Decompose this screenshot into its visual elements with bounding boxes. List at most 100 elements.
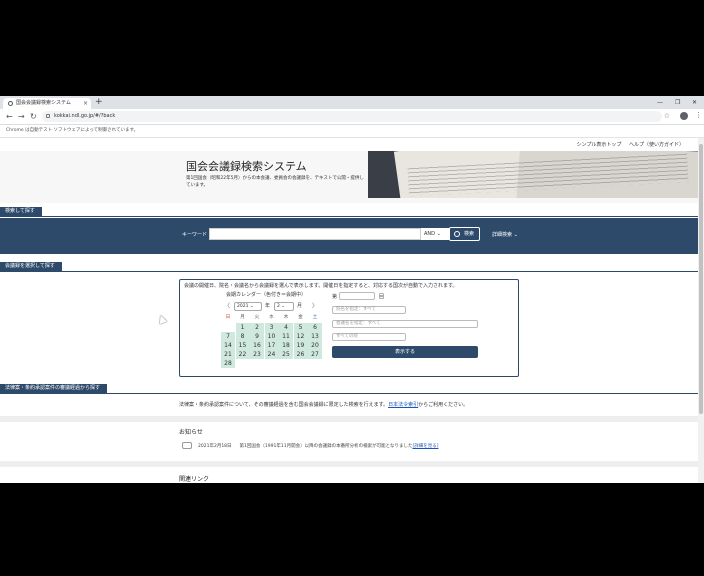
year-value: 2021	[237, 304, 249, 309]
calendar-day[interactable]: 26	[293, 350, 308, 359]
section-divider	[0, 416, 698, 422]
law-text-after: からご利用ください。	[418, 402, 469, 408]
weekday-header: 火	[254, 315, 260, 320]
calendar-day[interactable]: 13	[308, 332, 322, 341]
simple-top-link[interactable]: シンプル表示トップ	[577, 142, 622, 148]
browser-tab[interactable]: 国会会議録検索システム ×	[3, 98, 91, 109]
minimize-icon[interactable]: —	[657, 97, 663, 108]
notice-date: 2021年2月18日	[198, 444, 232, 449]
calendar-day[interactable]: 6	[308, 323, 322, 332]
calendar-day[interactable]: 2	[250, 323, 264, 332]
tab-close-icon[interactable]: ×	[83, 98, 88, 109]
calendar-day[interactable]: 24	[264, 350, 279, 359]
search-button-label: 検索	[464, 231, 475, 237]
calendar-day[interactable]: 14	[221, 341, 235, 350]
advanced-search-toggle[interactable]: 詳細検索 ⌄	[492, 231, 518, 238]
calendar-day[interactable]: 5	[293, 323, 308, 332]
law-section-label: 法律案・条約承認案件の審議経過から探す	[0, 384, 108, 393]
address-bar-row: ← → ↻ kokkai.ndl.go.jp/#/?back ☆ ⋮	[0, 109, 704, 125]
calendar-day[interactable]: 16	[250, 341, 264, 350]
forward-icon[interactable]: →	[18, 111, 25, 122]
calendar-day[interactable]: 3	[264, 323, 279, 332]
month-unit: 月	[297, 303, 303, 309]
meeting-note: 会議の開催日、院名・会議名から会議録を選んで表示します。開催日を指定すると、対応…	[184, 283, 458, 289]
notice-text: 第1回国会（1991年11月開会）以降の会議録の本番所分析の検索が可能となりまし…	[239, 444, 413, 449]
url-text: kokkai.ndl.go.jp/#/?back	[54, 113, 116, 119]
session-input[interactable]	[339, 292, 375, 300]
meeting-name-select[interactable]: 会議名を指定：すべて	[332, 320, 478, 328]
calendar-day[interactable]: 28	[221, 359, 235, 368]
url-bar[interactable]: kokkai.ndl.go.jp/#/?back ☆	[42, 111, 670, 122]
calendar-day[interactable]: 9	[250, 332, 264, 341]
reload-icon[interactable]: ↻	[30, 111, 37, 122]
calendar-day[interactable]: 22	[235, 350, 250, 359]
notices-title: お知らせ	[179, 429, 203, 436]
meeting-section-bar: 会議録を選択して探す	[0, 262, 698, 272]
maximize-icon[interactable]: ❐	[675, 97, 680, 108]
search-button[interactable]: 検索	[449, 227, 480, 241]
law-index-link[interactable]: 日本法令索引	[388, 402, 418, 408]
meeting-panel: 会議の開催日、院名・会議名から会議録を選んで表示します。開催日を指定すると、対応…	[179, 279, 519, 377]
next-month-icon[interactable]: 〉	[312, 302, 318, 311]
operator-select[interactable]: AND ⌄	[421, 228, 449, 240]
meeting-section-label: 会議録を選択して探す	[0, 262, 62, 271]
notice-detail-link[interactable]: [詳細を見る]	[412, 444, 438, 449]
calendar-day[interactable]: 18	[279, 341, 293, 350]
site-description: 第1回国会（昭和22年5月）からの本会議、委員会の会議録を、テキストで公開・提供…	[186, 176, 364, 188]
weekday-header: 水	[269, 315, 274, 320]
calendar-day[interactable]: 15	[235, 341, 250, 350]
tab-strip: 国会会議録検索システム × + — ❐ ✕	[0, 96, 704, 109]
profile-icon[interactable]	[680, 112, 688, 120]
page-scrollbar[interactable]	[698, 138, 704, 483]
automation-infobar: Chrome は自動テスト ソフトウェアによって制御されています。	[0, 125, 704, 138]
calendar-day[interactable]: 10	[264, 332, 279, 341]
close-window-icon[interactable]: ✕	[692, 97, 697, 108]
back-icon[interactable]: ←	[6, 111, 13, 122]
house-filter-placeholder: すべての院	[336, 334, 359, 339]
calendar-day[interactable]: 19	[293, 341, 308, 350]
weekday-header: 日	[225, 315, 231, 320]
weekday-header: 月	[240, 315, 245, 320]
law-description: 法律案・条約承認案件について、その審議経過を含む国会会議録に限定した検索を行えま…	[179, 401, 468, 408]
notice-item: 2021年2月18日 第1回国会（1991年11月開会）以降の会議録の本番所分析の…	[182, 442, 438, 449]
calendar-day[interactable]: 21	[221, 350, 235, 359]
meeting-name-placeholder: 会議名を指定：すべて	[336, 321, 381, 326]
keyword-label: キーワード	[182, 232, 208, 238]
calendar-day[interactable]: 12	[293, 332, 308, 341]
calendar-day[interactable]: 20	[308, 341, 322, 350]
site-title[interactable]: 国会会議録検索システム	[186, 158, 307, 174]
weekday-header: 金	[298, 315, 303, 320]
calendar-day[interactable]: 7	[221, 332, 235, 341]
section-divider	[0, 461, 698, 467]
search-icon	[454, 231, 460, 237]
house-filter-select[interactable]: すべての院	[332, 333, 406, 341]
calendar-day[interactable]: 25	[279, 350, 293, 359]
month-select[interactable]: 2 ⌄	[274, 302, 294, 311]
calendar-day[interactable]: 4	[279, 323, 293, 332]
calendar-day[interactable]: 23	[250, 350, 264, 359]
law-text-before: 法律案・条約承認案件について、その審議経過を含む国会会議録に限定した検索を行えま…	[179, 402, 389, 408]
calendar-day[interactable]: 1	[235, 323, 250, 332]
lock-icon	[46, 114, 50, 118]
keyword-input[interactable]	[209, 228, 421, 240]
help-link[interactable]: ヘルプ（使い方ガイド）	[629, 142, 684, 148]
calendar-day[interactable]: 27	[308, 350, 322, 359]
web-page: シンプル表示トップ ヘルプ（使い方ガイド） 国会会議録検索システム 第1回国会（…	[0, 138, 698, 483]
calendar-day[interactable]: 11	[279, 332, 293, 341]
more-icon[interactable]: ⋮	[695, 110, 702, 121]
scrollbar-thumb[interactable]	[699, 144, 703, 414]
prev-month-icon[interactable]: 〈	[224, 302, 230, 311]
calendar-day[interactable]: 17	[264, 341, 279, 350]
globe-icon	[8, 101, 13, 106]
search-band: キーワード AND ⌄ 検索 詳細検索 ⌄	[0, 218, 698, 254]
calendar-day[interactable]: 8	[235, 332, 250, 341]
new-tab-button[interactable]: +	[95, 97, 103, 108]
year-select[interactable]: 2021 ⌄	[234, 302, 262, 311]
operator-value: AND	[424, 231, 436, 237]
show-button[interactable]: 表示する	[332, 346, 478, 358]
house-select[interactable]: 院名を指定：すべて	[332, 306, 406, 314]
hero-image	[368, 151, 698, 198]
session-suffix: 回	[379, 294, 385, 300]
megaphone-icon	[182, 442, 192, 449]
star-icon[interactable]: ☆	[664, 111, 670, 122]
